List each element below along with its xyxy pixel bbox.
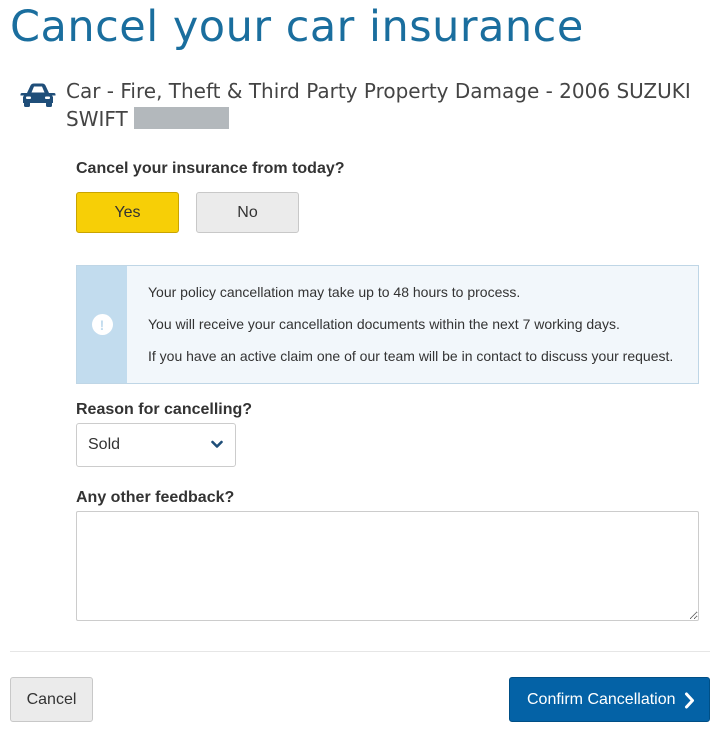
cancel-today-label: Cancel your insurance from today? bbox=[76, 160, 345, 177]
reason-select[interactable]: Sold bbox=[76, 423, 236, 467]
confirm-cancellation-button[interactable]: Confirm Cancellation bbox=[509, 677, 710, 722]
feedback-label: Any other feedback? bbox=[76, 489, 235, 506]
exclamation-circle-icon: ! bbox=[91, 314, 113, 335]
info-line-documents: You will receive your cancellation docum… bbox=[148, 316, 620, 332]
car-icon bbox=[20, 83, 56, 107]
reason-label: Reason for cancelling? bbox=[76, 401, 253, 418]
reason-select-value: Sold bbox=[88, 436, 121, 453]
no-button[interactable]: No bbox=[196, 192, 299, 233]
info-notice-text: Your policy cancellation may take up to … bbox=[127, 266, 673, 383]
info-notice-strip: ! bbox=[77, 266, 127, 383]
redacted-registration bbox=[133, 107, 229, 129]
info-line-processing-time: Your policy cancellation may take up to … bbox=[148, 284, 521, 300]
cancel-button[interactable]: Cancel bbox=[10, 677, 93, 722]
divider bbox=[10, 651, 710, 652]
info-line-active-claim: If you have an active claim one of our t… bbox=[148, 348, 674, 364]
confirm-cancellation-label: Confirm Cancellation bbox=[527, 690, 676, 708]
chevron-right-icon bbox=[685, 692, 694, 709]
page-title: Cancel your car insurance bbox=[10, 2, 584, 52]
info-notice: ! Your policy cancellation may take up t… bbox=[76, 265, 699, 384]
policy-title: Car - Fire, Theft & Third Party Property… bbox=[66, 77, 706, 133]
yes-button[interactable]: Yes bbox=[76, 192, 179, 233]
chevron-down-icon bbox=[211, 440, 223, 448]
feedback-textarea[interactable] bbox=[76, 511, 699, 621]
